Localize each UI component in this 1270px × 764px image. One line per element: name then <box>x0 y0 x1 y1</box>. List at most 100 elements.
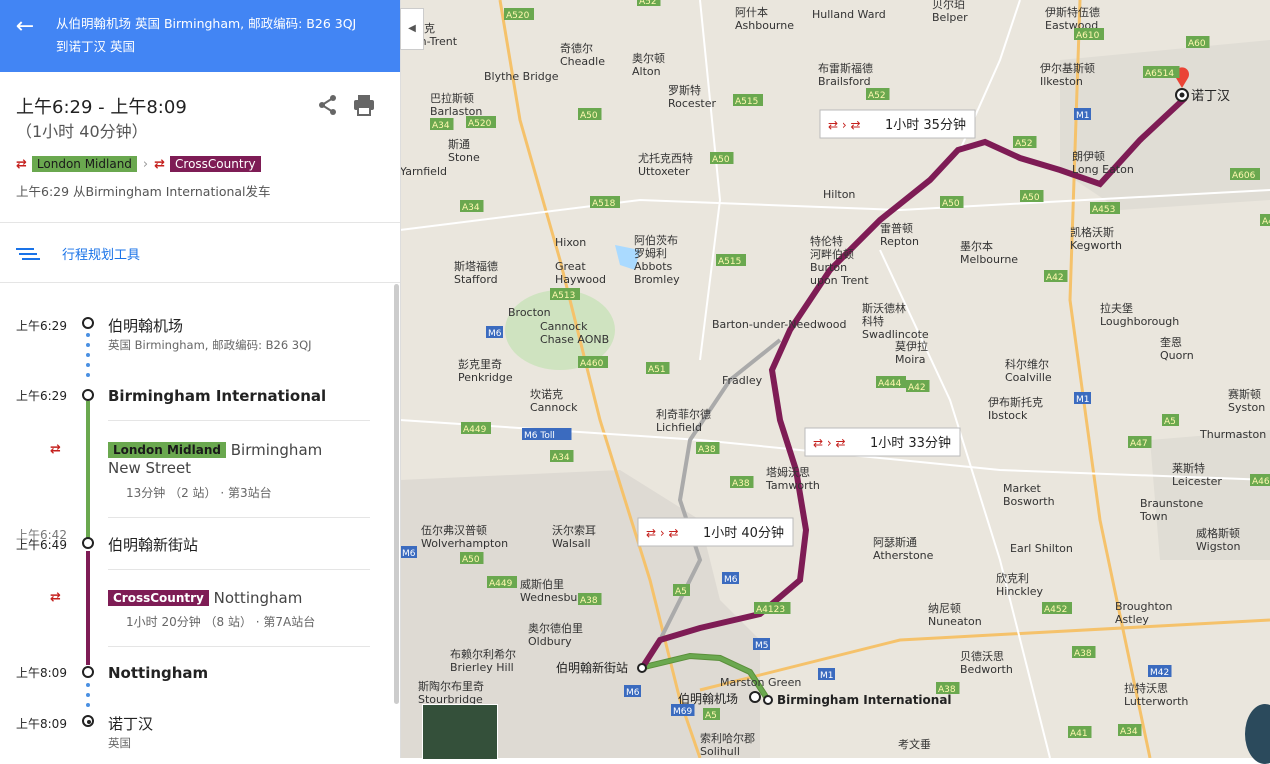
place-label-line: Chase AONB <box>540 333 609 346</box>
stop-name[interactable]: 伯明翰机场 <box>108 315 183 336</box>
place-label-line: 罗姆利 <box>634 246 667 260</box>
place-label: 尤托克西特 Uttoxeter <box>638 151 693 178</box>
road-label: A34 <box>1118 724 1142 737</box>
place-label-line: Barton-under-Needwood <box>712 318 846 331</box>
road-label-text: A50 <box>942 199 960 209</box>
station-marker[interactable] <box>637 663 647 673</box>
satellite-toggle-thumbnail[interactable] <box>422 704 498 760</box>
place-label: Brocton <box>508 306 551 319</box>
place-label-line: Cannock <box>540 320 588 333</box>
place-label-line: 朗伊顿 <box>1072 149 1105 163</box>
place-label-line: 尤托克西特 <box>638 151 693 165</box>
place-label: Blythe Bridge <box>484 70 559 83</box>
road-label: A6514 <box>1143 66 1180 79</box>
place-label-line: Uttoxeter <box>638 165 690 178</box>
rail-icon: ⇄ <box>16 156 27 172</box>
place-label: Hilton <box>823 188 855 201</box>
place-label-line: Nuneaton <box>928 615 982 628</box>
panel-scrollbar[interactable] <box>394 284 399 704</box>
stop-node <box>82 389 94 401</box>
road-label: A5 <box>673 584 690 597</box>
place-label-line: 威格斯顿 <box>1196 526 1240 540</box>
place-label-line: Brailsford <box>818 75 871 88</box>
walk-dot <box>86 703 90 707</box>
place-label-line: 贝尔珀 <box>932 0 965 11</box>
place-label-line: 凯格沃斯 <box>1070 225 1114 239</box>
road-label: A50 <box>940 196 964 209</box>
origin-text: 从伯明翰机场 英国 Birmingham, 邮政编码: B26 3QJ <box>56 16 357 31</box>
route-callout[interactable]: ⇄ › ⇄ 1小时 40分钟 <box>637 517 794 547</box>
place-label-line: Bedworth <box>960 663 1013 676</box>
road-label: A50 <box>578 108 602 121</box>
road-label: M6 Toll <box>522 428 572 441</box>
place-label: Earl Shilton <box>1010 542 1073 555</box>
endpoint-label: 伯明翰机场 <box>678 691 738 706</box>
place-label-line: 伊尔基斯顿 <box>1040 61 1095 75</box>
road-label: A515 <box>716 254 746 267</box>
share-icon[interactable] <box>316 94 340 116</box>
stop-name[interactable]: 伯明翰新街站 <box>108 534 198 555</box>
stop-name[interactable]: 诺丁汉 <box>108 713 153 734</box>
leg-london-midland[interactable]: London Midland Birmingham New Street <box>108 441 358 477</box>
leg-info: 13分钟 （2 站） · 第3站台 <box>126 486 272 500</box>
walk-dot <box>86 373 90 377</box>
place-label: 考文垂 <box>898 737 931 751</box>
stop-name[interactable]: Birmingham International <box>108 387 326 405</box>
route-callout[interactable]: ⇄ › ⇄ 1小时 35分钟 <box>819 109 976 139</box>
place-label-line: Blythe Bridge <box>484 70 559 83</box>
map-canvas[interactable]: 诺丁汉 伯明翰新街站 伯明翰机场 Birmingham Internationa… <box>400 0 1270 758</box>
road-label-text: A52 <box>868 91 886 101</box>
line-chip-london-midland: London Midland <box>108 442 226 458</box>
leg-crosscountry[interactable]: CrossCountry Nottingham <box>108 589 358 607</box>
road-label-text: A515 <box>735 97 758 107</box>
road-label: A520 <box>504 8 534 21</box>
stop-name[interactable]: Nottingham <box>108 664 208 682</box>
place-label: 科尔维尔 Coalville <box>1005 357 1052 384</box>
place-label-line: Fradley <box>722 374 763 387</box>
place-label-line: Quorn <box>1160 349 1194 362</box>
place-label-line: Great <box>555 260 586 273</box>
back-arrow-icon[interactable]: ← <box>12 14 38 40</box>
place-label-line: Rocester <box>668 97 717 110</box>
place-label-line: Oldbury <box>528 635 572 648</box>
place-label-line: Ibstock <box>988 409 1028 422</box>
place-label: 布雷斯福德 Brailsford <box>818 61 873 88</box>
road-label: A606 <box>1230 168 1260 181</box>
walk-dot <box>86 693 90 697</box>
collapse-panel-button[interactable]: ◀ <box>400 8 424 50</box>
place-label-line: Repton <box>880 235 919 248</box>
road-label: A4123 <box>754 602 791 615</box>
place-label-line: 贝德沃思 <box>960 649 1004 663</box>
road-label: M69 <box>671 704 695 717</box>
stop-node <box>82 537 94 549</box>
road-label: A38 <box>730 476 754 489</box>
station-marker[interactable] <box>763 695 773 705</box>
london-midland-segment <box>86 401 90 539</box>
rail-icon: ⇄ › ⇄ <box>646 526 679 540</box>
directions-panel: ← 从伯明翰机场 英国 Birmingham, 邮政编码: B26 3QJ 到诺… <box>0 0 401 758</box>
place-label-line: 斯沃德林 <box>862 301 906 315</box>
route-callout[interactable]: ⇄ › ⇄ 1小时 33分钟 <box>804 427 961 457</box>
place-label-line: Tamworth <box>765 479 820 492</box>
place-label-line: 布雷斯福德 <box>818 61 873 75</box>
print-icon[interactable] <box>352 94 376 116</box>
road-label-text: A34 <box>1120 727 1138 737</box>
place-label-line: 欣克利 <box>996 571 1029 585</box>
step-time: 上午8:09 <box>16 717 67 731</box>
origin-marker[interactable] <box>749 691 761 703</box>
place-label-line: 科特 <box>862 314 884 328</box>
road-label-text: A42 <box>1046 273 1064 283</box>
divider <box>0 282 400 283</box>
road-label: A449 <box>461 422 491 435</box>
place-label-line: Brierley Hill <box>450 661 514 674</box>
trip-planner-tools-button[interactable]: 行程规划工具 <box>16 244 140 263</box>
road-label-text: A38 <box>938 685 956 695</box>
place-label: Fradley <box>722 374 763 387</box>
place-label-line: Long Eaton <box>1072 163 1134 176</box>
walk-dot <box>86 363 90 367</box>
road-label: A52 <box>637 0 661 7</box>
road-label-text: A38 <box>580 596 598 606</box>
road-label: A34 <box>550 450 574 463</box>
place-label-line: 莱斯特 <box>1172 461 1205 475</box>
walk-dot <box>86 353 90 357</box>
